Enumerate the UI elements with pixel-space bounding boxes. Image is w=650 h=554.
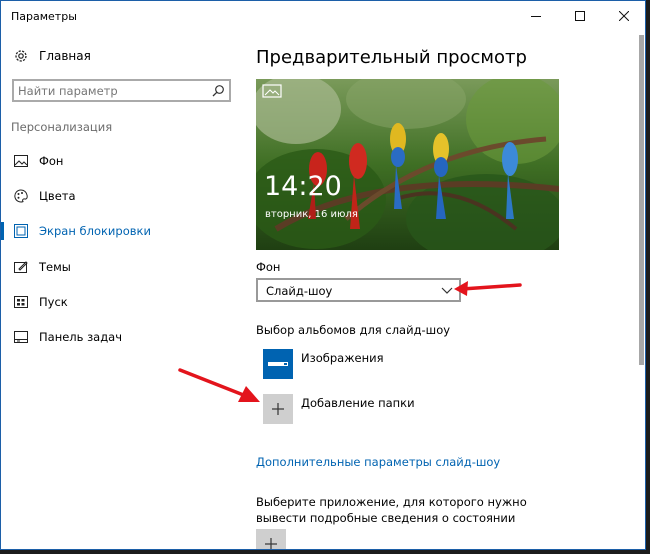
annotation-arrow-select [454, 281, 522, 296]
search-input[interactable] [18, 83, 198, 98]
album-images-tile[interactable] [263, 349, 293, 379]
plus-icon [272, 403, 284, 415]
album-images-label: Изображения [301, 351, 384, 365]
sidebar-item-taskbar[interactable]: Панель задач [1, 327, 241, 347]
gear-icon [15, 50, 27, 62]
sidebar-item-themes[interactable]: Темы [1, 257, 241, 277]
lock-screen-icon [13, 223, 29, 239]
sidebar-item-label: Фон [39, 154, 64, 168]
window-title: Параметры [11, 10, 77, 23]
add-folder[interactable]: Добавление папки [263, 394, 415, 426]
sidebar-item-lock-screen[interactable]: Экран блокировки [1, 221, 241, 241]
scrollbar-thumb[interactable] [639, 35, 644, 365]
background-label: Фон [256, 260, 281, 274]
main-content: Предварительный просмотр 14:20 вторник, … [242, 31, 622, 549]
add-folder-label: Добавление папки [301, 396, 415, 410]
annotation-arrow-add-folder [178, 368, 260, 402]
sidebar-item-start[interactable]: Пуск [1, 292, 241, 312]
section-label-personalization: Персонализация [11, 120, 113, 134]
sidebar-item-background[interactable]: Фон [1, 151, 241, 171]
scrollbar[interactable] [636, 31, 645, 549]
close-button[interactable] [607, 1, 641, 31]
sidebar: Главная Персонализация Фон Цвета [1, 31, 241, 549]
apps-description: Выберите приложение, для которого нужно … [256, 495, 527, 525]
active-indicator [1, 222, 4, 240]
taskbar-icon [13, 329, 29, 345]
search-icon[interactable] [212, 84, 225, 97]
sidebar-item-label: Цвета [39, 189, 76, 203]
plus-icon [265, 538, 277, 549]
albums-label: Выбор альбомов для слайд-шоу [256, 323, 451, 337]
add-app-button[interactable] [256, 529, 286, 549]
settings-window: Параметры Главная Персонализация [0, 0, 646, 550]
sidebar-item-label: Пуск [39, 295, 68, 309]
background-select-value: Слайд-шоу [266, 284, 333, 298]
search-box[interactable] [12, 79, 231, 102]
palette-icon [13, 188, 29, 204]
preview-time: 14:20 [264, 171, 342, 202]
start-icon [13, 294, 29, 310]
maximize-icon [575, 11, 585, 21]
album-images[interactable]: Изображения [263, 349, 384, 381]
preview-parrots-image [256, 79, 559, 250]
title-bar: Параметры [1, 1, 645, 31]
page-title: Предварительный просмотр [256, 47, 527, 68]
minimize-button[interactable] [519, 1, 553, 31]
advanced-slideshow-link[interactable]: Дополнительные параметры слайд-шоу [256, 455, 500, 469]
themes-icon [13, 259, 29, 275]
image-icon [13, 153, 29, 169]
sidebar-home-label: Главная [39, 49, 91, 63]
add-folder-button[interactable] [263, 394, 293, 424]
sidebar-item-label: Панель задач [39, 330, 123, 344]
close-icon [619, 11, 629, 21]
minimize-icon [531, 16, 541, 17]
monitor-icon [267, 357, 289, 371]
background-select[interactable]: Слайд-шоу [256, 278, 461, 302]
maximize-button[interactable] [563, 1, 597, 31]
sidebar-item-label: Экран блокировки [39, 224, 151, 238]
sidebar-item-label: Темы [39, 260, 71, 274]
lock-screen-preview: 14:20 вторник, 16 июля [256, 79, 559, 250]
preview-date: вторник, 16 июля [265, 209, 358, 220]
sidebar-home[interactable]: Главная [13, 47, 91, 65]
sidebar-item-colors[interactable]: Цвета [1, 186, 241, 206]
